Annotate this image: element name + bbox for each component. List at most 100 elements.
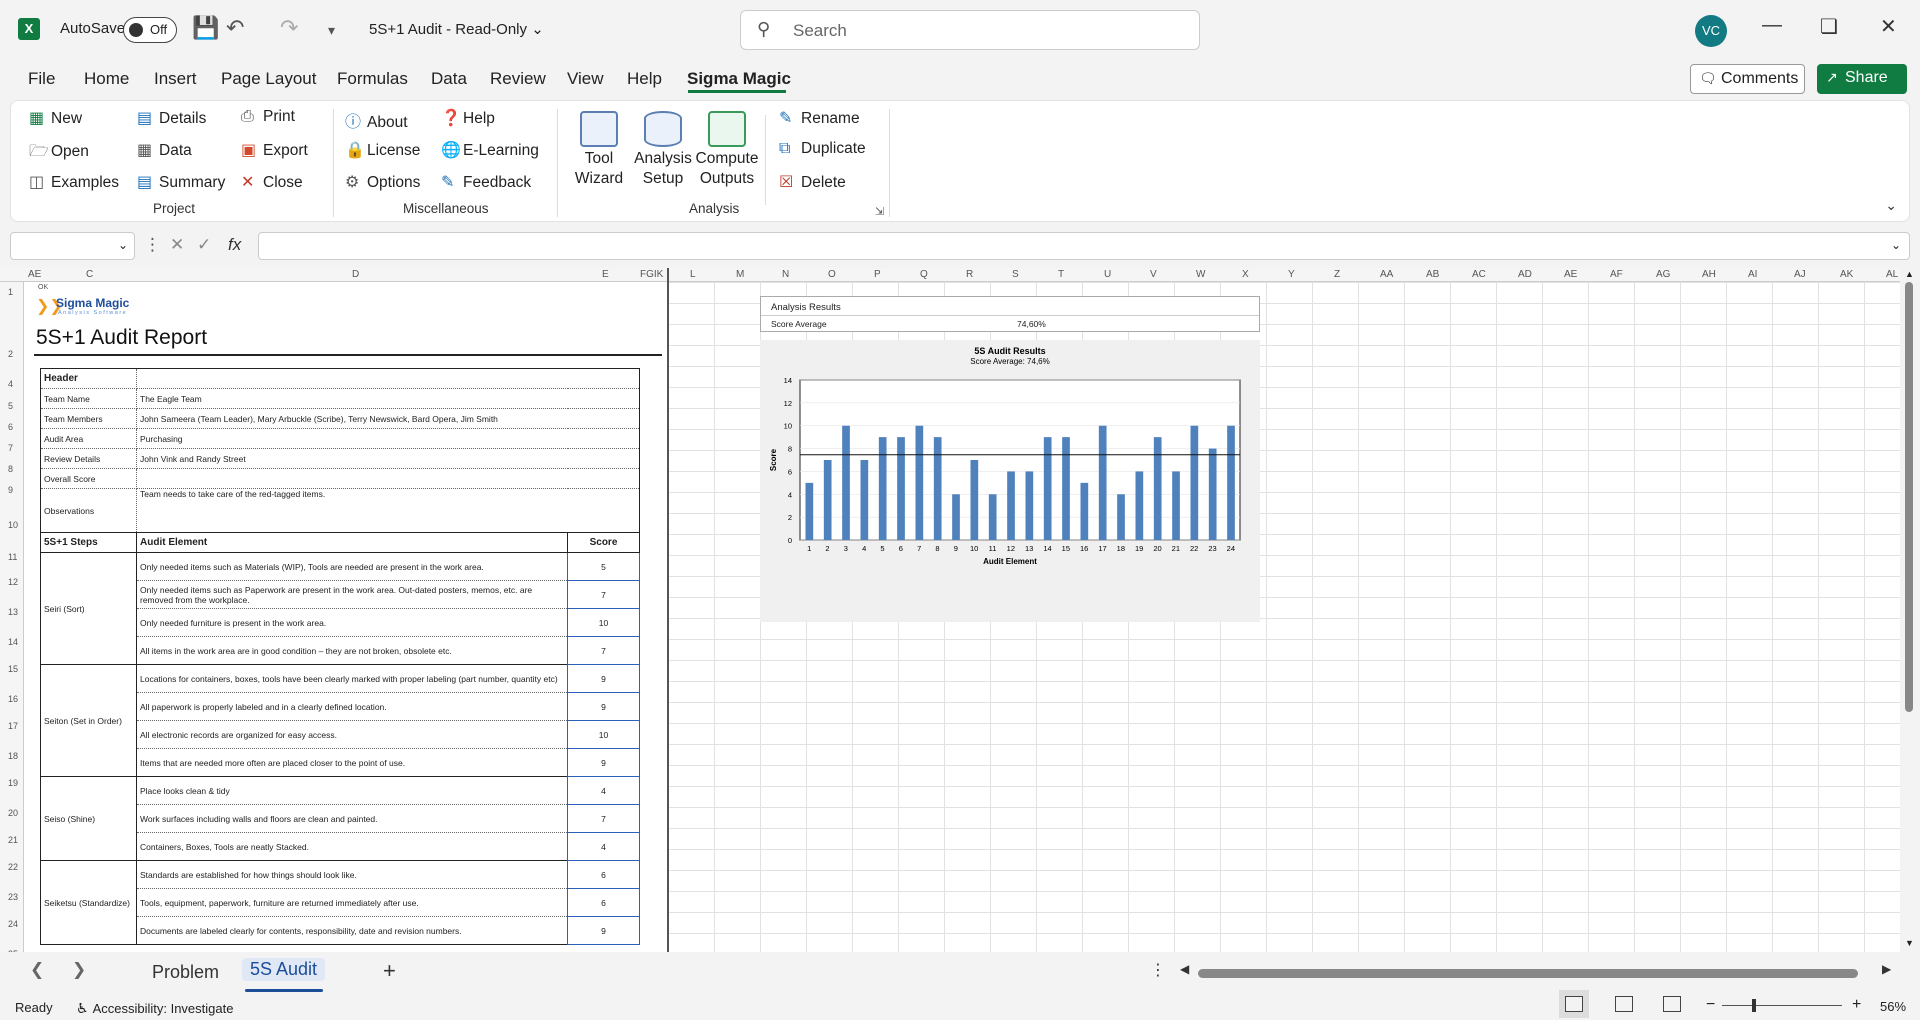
close-icon[interactable]: ✕ [1880,14,1897,39]
more-icon[interactable]: ⋮ [1150,960,1166,980]
normal-view-icon[interactable] [1559,990,1589,1018]
column-header[interactable]: C [86,269,93,280]
score-cell[interactable]: 7 [567,636,640,665]
row-header[interactable]: 22 [8,862,18,872]
customize-qat-icon[interactable]: ▾ [328,22,335,39]
name-box[interactable]: ⌄ [10,232,135,260]
column-header[interactable]: Y [1288,269,1295,280]
about-button[interactable]: ⓘ About [345,108,408,132]
row-header[interactable]: 12 [8,577,18,587]
score-cell[interactable]: 5 [567,552,640,581]
score-cell[interactable]: 9 [567,748,640,777]
column-header[interactable]: AE [28,269,41,280]
column-header[interactable]: AD [1518,269,1532,280]
zoom-slider[interactable] [1722,1005,1842,1006]
autosave-toggle[interactable]: Off [123,17,177,43]
header-value[interactable]: John Vink and Randy Street [136,448,640,469]
tab-formulas[interactable]: Formulas [337,69,408,89]
zoom-slider-thumb[interactable] [1752,999,1756,1012]
column-header[interactable]: V [1150,269,1157,280]
scroll-up-icon[interactable]: ▲ [1905,269,1914,279]
more-options-icon[interactable]: ⋮ [144,235,161,255]
row-header[interactable]: 6 [8,422,13,432]
cancel-entry-icon[interactable]: ✕ [170,235,184,255]
details-button[interactable]: ▤ Details [137,108,206,128]
row-header[interactable]: 18 [8,751,18,761]
examples-button[interactable]: ◫ Examples [29,172,119,192]
header-value[interactable]: Purchasing [136,428,640,449]
comments-button[interactable]: 🗨 Comments [1690,64,1805,94]
column-header[interactable]: AB [1426,269,1439,280]
header-value[interactable]: John Sameera (Team Leader), Mary Arbuckl… [136,408,640,429]
tab-file[interactable]: File [28,69,55,89]
row-header[interactable]: 16 [8,694,18,704]
close-button[interactable]: ✕ Close [241,172,303,192]
open-button[interactable]: 🗁 Open [29,140,89,167]
tool-wizard-button[interactable]: Tool Wizard [567,111,631,189]
score-cell[interactable]: 10 [567,608,640,637]
column-header[interactable]: AE [1564,269,1577,280]
column-header[interactable]: X [1242,269,1249,280]
row-header[interactable]: 17 [8,721,18,731]
scroll-left-icon[interactable]: ◀ [1180,962,1189,976]
tab-help[interactable]: Help [627,69,662,89]
column-header[interactable]: T [1058,269,1064,280]
sheet-tab-5s-audit[interactable]: 5S Audit [242,958,326,981]
score-cell[interactable]: 9 [567,664,640,693]
row-header[interactable]: 23 [8,892,18,902]
header-value[interactable] [136,368,640,389]
row-header[interactable]: 11 [8,552,17,562]
page-layout-view-icon[interactable] [1615,996,1633,1012]
column-header[interactable]: R [966,269,973,280]
row-header[interactable]: 14 [8,637,18,647]
column-header[interactable]: D [352,269,359,280]
prev-sheet-icon[interactable]: ❮ [30,960,44,980]
tab-data[interactable]: Data [431,69,467,89]
row-header[interactable]: 1 [8,287,13,297]
column-header[interactable]: AI [1748,269,1757,280]
zoom-in-icon[interactable]: + [1852,996,1861,1014]
formula-input[interactable]: ⌄ [258,232,1910,260]
row-header[interactable]: 7 [8,443,13,453]
summary-button[interactable]: ▤ Summary [137,172,225,192]
tab-insert[interactable]: Insert [154,69,197,89]
score-cell[interactable]: 4 [567,832,640,861]
row-header[interactable]: 20 [8,808,18,818]
score-cell[interactable]: 6 [567,888,640,917]
column-header[interactable]: AF [1610,269,1623,280]
rename-button[interactable]: ✎ Rename [779,108,860,128]
row-header[interactable]: 5 [8,401,13,411]
column-header[interactable]: AH [1702,269,1716,280]
horizontal-scroll-thumb[interactable] [1198,969,1858,978]
column-header[interactable]: P [874,269,881,280]
column-header[interactable]: AJ [1794,269,1806,280]
column-header[interactable]: N [782,269,789,280]
column-header[interactable]: Z [1334,269,1340,280]
column-header[interactable]: O [828,269,836,280]
license-button[interactable]: 🔒 License [345,140,420,160]
avatar[interactable]: VC [1695,15,1727,47]
row-header[interactable]: 8 [8,464,13,474]
score-cell[interactable]: 7 [567,580,640,609]
score-cell[interactable]: 9 [567,692,640,721]
confirm-entry-icon[interactable]: ✓ [197,235,211,255]
share-button[interactable]: ↗ Share [1817,64,1907,94]
row-header[interactable]: 2 [8,349,13,359]
minimize-icon[interactable]: — [1762,14,1782,37]
scroll-down-icon[interactable]: ▼ [1905,938,1914,948]
row-header[interactable]: 13 [8,607,18,617]
column-header[interactable]: Q [920,269,928,280]
page-break-view-icon[interactable] [1663,996,1681,1012]
score-cell[interactable]: 10 [567,720,640,749]
row-header[interactable]: 24 [8,919,18,929]
scroll-right-icon[interactable]: ▶ [1882,962,1891,976]
save-icon[interactable]: 💾 [192,15,219,41]
new-button[interactable]: ▦ New [29,108,82,128]
header-value[interactable] [136,468,640,489]
export-button[interactable]: ▣ Export [241,140,308,160]
dialog-launcher-icon[interactable]: ⇲ [875,205,884,218]
vertical-scrollbar[interactable]: ▲ ▼ [1900,268,1920,952]
tab-sigma-magic[interactable]: Sigma Magic [687,69,791,89]
zoom-out-icon[interactable]: − [1706,996,1715,1014]
add-sheet-icon[interactable]: + [383,958,396,984]
